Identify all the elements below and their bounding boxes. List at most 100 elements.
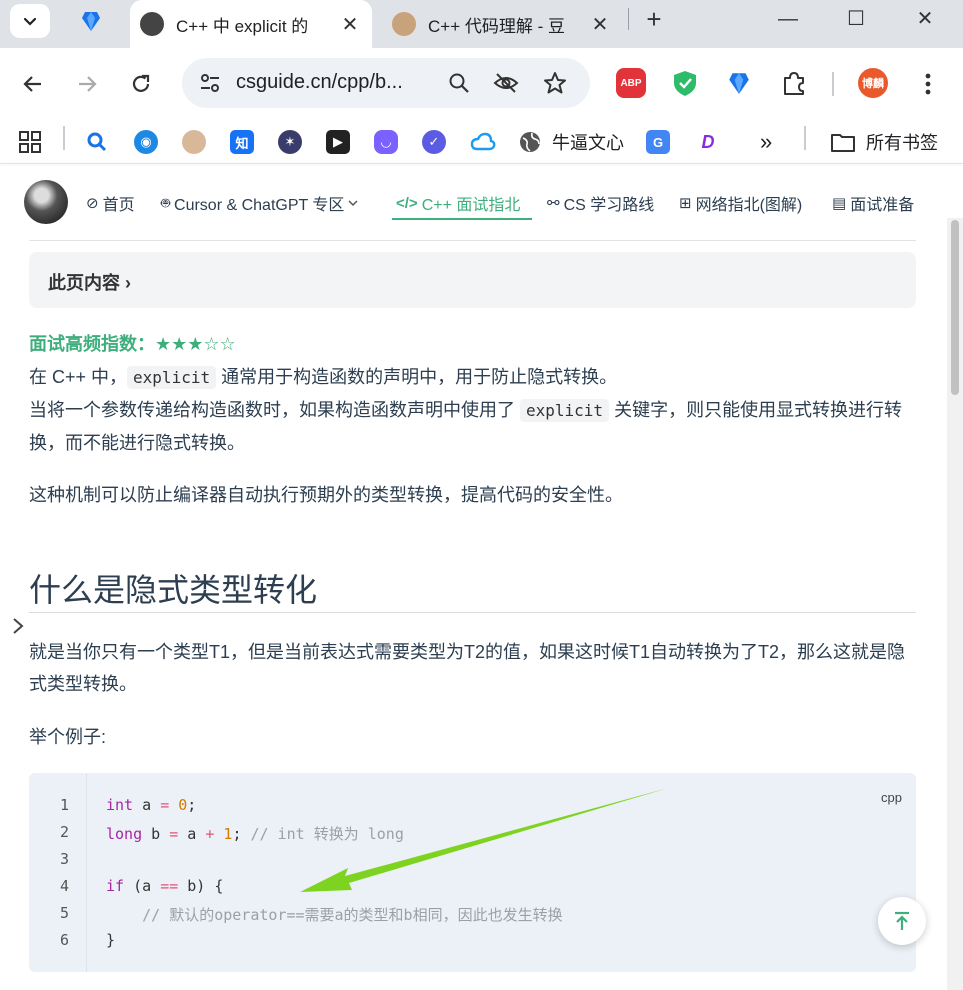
- scrollbar-thumb[interactable]: [951, 220, 959, 395]
- tab-explicit[interactable]: C++ 中 explicit 的 ✕: [130, 0, 372, 48]
- text: 在 C++ 中，: [29, 367, 128, 387]
- paragraph-2: 当将一个参数传递给构造函数时，如果构造函数声明中使用了 explicit 关键字…: [29, 394, 919, 459]
- article-content: 此页内容 › 面试高频指数：★★★☆☆ 在 C++ 中， explicit 通常用…: [0, 238, 947, 990]
- text: 通常用于构造函数的声明中，用于防止隐式转换。: [216, 367, 618, 387]
- document-icon: ▤: [832, 195, 847, 212]
- bookmark-avatar-icon[interactable]: [182, 128, 206, 156]
- route-icon: ⚯: [547, 195, 560, 212]
- line-number-gutter: 1 2 3 4 5 6: [29, 773, 87, 972]
- address-bar[interactable]: csguide.cn/cpp/b...: [182, 58, 590, 108]
- line-number: 4: [59, 877, 69, 895]
- pinned-tab[interactable]: [66, 4, 116, 38]
- tab-title: C++ 中 explicit 的: [176, 16, 309, 36]
- nav-interview-prep[interactable]: ▤ 面试准备: [832, 192, 914, 214]
- arrow-left-icon: [23, 76, 41, 92]
- toc-label: 此页内容 ›: [48, 273, 131, 293]
- chevron-down-icon: [23, 17, 37, 26]
- code-token: (a: [124, 877, 161, 895]
- paragraph-4: 就是当你只有一个类型T1，但是当前表达式需要类型为T2的值，如果这时候T1自动转…: [29, 642, 906, 694]
- page-scrollbar[interactable]: [947, 218, 963, 990]
- code-icon: </>: [396, 194, 418, 212]
- bookmark-rss-icon[interactable]: ◉: [134, 128, 158, 156]
- bookmark-bilibili-icon[interactable]: ◡: [374, 128, 398, 156]
- text: 当将一个参数传递给构造函数时，如果构造函数声明中使用了: [29, 400, 520, 420]
- reload-button[interactable]: [123, 66, 159, 102]
- browser-toolbar: csguide.cn/cpp/b... ABP 博麟: [0, 48, 963, 120]
- heading-divider: [29, 612, 916, 613]
- url-text: csguide.cn/cpp/b...: [236, 71, 403, 93]
- line-number: 6: [59, 931, 69, 949]
- paragraph-1: 在 C++ 中， explicit 通常用于构造函数的声明中，用于防止隐式转换。: [29, 361, 919, 394]
- bookmark-zhihu-icon[interactable]: 知: [230, 128, 254, 156]
- code-token: =: [169, 825, 179, 843]
- bookmark-bird-icon[interactable]: ✓: [422, 128, 446, 156]
- folder-icon: [831, 134, 855, 152]
- back-to-top-button[interactable]: [878, 897, 926, 945]
- code-token: b) {: [178, 877, 224, 895]
- tab-code-understanding[interactable]: C++ 代码理解 - 豆 ✕: [382, 0, 622, 48]
- star-bookmark-icon[interactable]: [542, 70, 568, 96]
- adblock-extension-icon[interactable]: ABP: [616, 68, 646, 98]
- code-comment: // int 转换为 long: [241, 825, 404, 843]
- zoom-search-icon[interactable]: [446, 70, 472, 96]
- minimize-button[interactable]: —: [768, 4, 808, 34]
- nav-cpp-guide[interactable]: </> C++ 面试指北: [396, 192, 520, 215]
- robot-icon: 🤖︎: [161, 194, 171, 212]
- bookmark-play-icon[interactable]: ▶: [326, 128, 350, 156]
- bookmarks-overflow-button[interactable]: »: [760, 128, 772, 156]
- profile-avatar[interactable]: 博麟: [858, 68, 888, 98]
- tab-title: C++ 代码理解 - 豆: [428, 16, 565, 36]
- eye-off-icon[interactable]: [493, 70, 519, 96]
- new-tab-button[interactable]: +: [640, 4, 668, 34]
- toolbar-separator: [832, 72, 834, 96]
- frequency-line: 面试高频指数：★★★☆☆: [29, 328, 919, 360]
- compass-icon: ⊘: [86, 195, 99, 212]
- nav-network-guide[interactable]: ⊞ 网络指北(图解): [679, 192, 802, 214]
- tab-close-icon[interactable]: ✕: [586, 12, 614, 37]
- tab-close-icon[interactable]: ✕: [336, 12, 364, 37]
- site-info-icon[interactable]: [196, 69, 224, 97]
- close-window-button[interactable]: ✕: [905, 4, 945, 34]
- line-number: 1: [59, 796, 69, 814]
- bookmark-d-icon[interactable]: D: [696, 128, 720, 156]
- line-number: 5: [59, 904, 69, 922]
- back-button[interactable]: [15, 66, 51, 102]
- bookmark-separator: [804, 126, 806, 150]
- code-block: 1 2 3 4 5 6 int a = 0; long b = a + 1; /…: [29, 773, 916, 972]
- paragraph-5: 举个例子:: [29, 727, 107, 747]
- nav-cs-roadmap[interactable]: ⚯ CS 学习路线: [547, 192, 654, 214]
- apps-grid-icon[interactable]: [18, 128, 42, 156]
- nav-label: 网络指北(图解): [695, 197, 803, 214]
- bookmark-search-icon[interactable]: [86, 128, 108, 156]
- nav-home[interactable]: ⊘ 首页: [86, 192, 135, 214]
- frequency-label: 面试高频指数：: [29, 334, 155, 354]
- all-bookmarks-folder[interactable]: 所有书签: [830, 128, 938, 156]
- forward-button[interactable]: [69, 66, 105, 102]
- inline-code: explicit: [127, 366, 217, 389]
- site-logo[interactable]: [24, 180, 68, 224]
- tab-search-button[interactable]: [10, 4, 50, 38]
- arrow-up-icon: [895, 911, 909, 930]
- bookmark-niubi-wenxin[interactable]: 牛逼文心: [518, 128, 624, 156]
- nav-label: 首页: [102, 197, 135, 214]
- code-language-label: cpp: [881, 790, 902, 805]
- bookmark-translate-icon[interactable]: G: [646, 128, 670, 156]
- code-token: ==: [160, 877, 179, 895]
- chevron-down-icon: [348, 200, 358, 207]
- page-toc-toggle[interactable]: 此页内容 ›: [29, 252, 916, 308]
- shield-extension-icon[interactable]: [670, 68, 700, 98]
- puzzle-extensions-icon[interactable]: [779, 68, 809, 98]
- maximize-button[interactable]: ☐: [836, 4, 876, 34]
- bookmark-bee-icon[interactable]: ✶: [278, 128, 302, 156]
- bookmark-cloud-icon[interactable]: [470, 128, 496, 156]
- frequency-stars: ★★★☆☆: [155, 334, 236, 354]
- code-token: long: [106, 825, 143, 843]
- menu-kebab-icon[interactable]: [910, 66, 946, 102]
- line-number: 2: [59, 823, 69, 841]
- active-nav-underline: [392, 218, 532, 220]
- nav-cursor-chatgpt[interactable]: 🤖︎ Cursor & ChatGPT 专区: [161, 192, 359, 214]
- sidebar-toggle-chevron-icon[interactable]: [10, 616, 30, 640]
- bookmark-label: 牛逼文心: [552, 133, 624, 153]
- diamond-extension-icon[interactable]: [724, 68, 754, 98]
